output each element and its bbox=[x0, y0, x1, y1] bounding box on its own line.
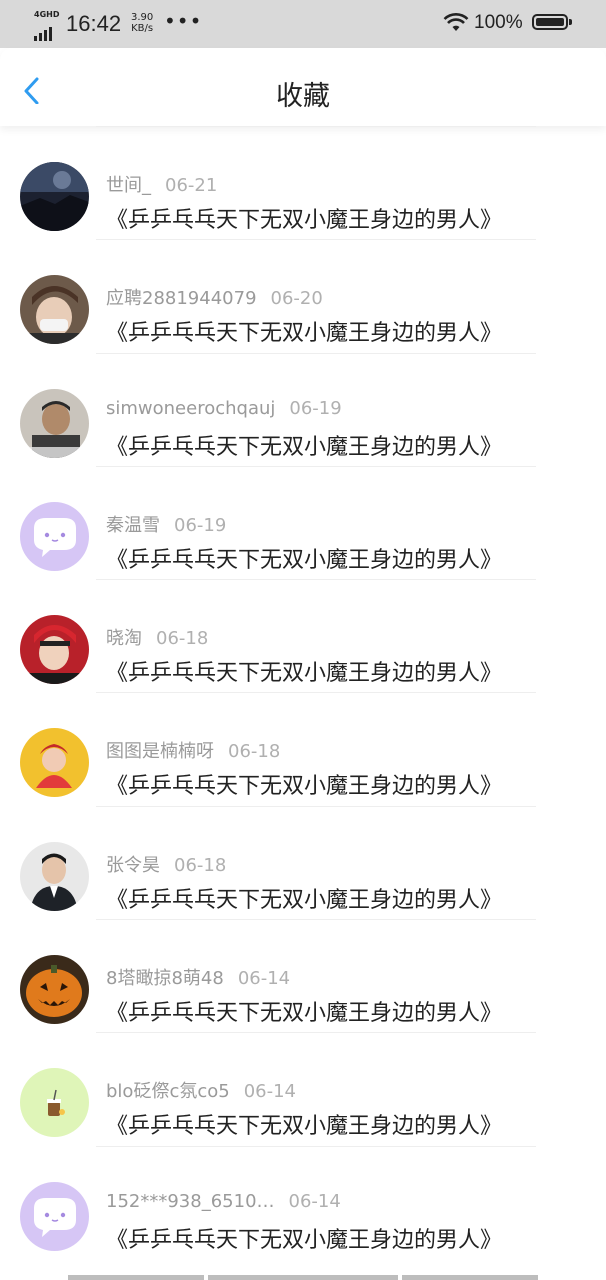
list-item[interactable]: 世间_ 06-21 《乒乒乓乓天下无双小魔王身边的男人》 bbox=[0, 126, 606, 239]
item-title[interactable]: 《乒乒乓乓天下无双小魔王身边的男人》 bbox=[106, 542, 502, 574]
date: 06-19 bbox=[289, 397, 342, 419]
avatar[interactable] bbox=[20, 275, 89, 345]
date: 06-20 bbox=[270, 288, 323, 310]
username[interactable]: 世间_ bbox=[106, 175, 151, 196]
item-meta: 秦温雪 06-19 bbox=[106, 511, 226, 537]
avatar[interactable] bbox=[20, 1181, 89, 1251]
list-item[interactable]: 图图是楠楠呀 06-18 《乒乒乓乓天下无双小魔王身边的男人》 bbox=[0, 692, 606, 805]
item-meta: simwoneerochqauj 06-19 bbox=[106, 398, 342, 419]
clock: 16:42 bbox=[66, 11, 122, 36]
item-meta: 8塔瞰掠8萌48 06-14 bbox=[106, 964, 290, 990]
divider bbox=[96, 1145, 536, 1147]
item-title[interactable]: 《乒乒乓乓天下无双小魔王身边的男人》 bbox=[106, 429, 502, 461]
list-item[interactable]: 152***938_6510… 06-14 《乒乒乓乓天下无双小魔王身边的男人》 bbox=[0, 1145, 606, 1259]
date: 06-14 bbox=[243, 1081, 297, 1103]
list-item[interactable]: simwoneerochqauj 06-19 《乒乒乓乓天下无双小魔王身边的男人》 bbox=[0, 352, 606, 466]
item-title[interactable]: 《乒乒乓乓天下无双小魔王身边的男人》 bbox=[106, 655, 502, 687]
date: 06-18 bbox=[228, 741, 281, 763]
item-title[interactable]: 《乒乒乓乓天下无双小魔王身边的男人》 bbox=[106, 995, 502, 1027]
cellular-signal-icon: 4GHD bbox=[32, 10, 60, 41]
username[interactable]: blo砭傺c氛co5 bbox=[106, 1081, 230, 1102]
date: 06-21 bbox=[165, 175, 218, 196]
divider bbox=[96, 465, 536, 467]
avatar[interactable] bbox=[20, 1068, 89, 1138]
list-item[interactable]: 应聘2881944079 06-20 《乒乒乓乓天下无双小魔王身边的男人》 bbox=[0, 239, 606, 352]
avatar[interactable] bbox=[20, 388, 89, 458]
username[interactable]: 秦温雪 bbox=[106, 515, 160, 536]
item-meta: 应聘2881944079 06-20 bbox=[106, 284, 323, 310]
divider bbox=[96, 919, 536, 921]
item-meta: 图图是楠楠呀 06-18 bbox=[106, 737, 280, 763]
username[interactable]: simwoneerochqauj bbox=[106, 398, 275, 419]
bottom-scroll-indicator bbox=[68, 1275, 538, 1280]
wifi-icon bbox=[443, 13, 469, 31]
date: 06-18 bbox=[174, 854, 227, 876]
battery-percent: 100% bbox=[474, 12, 523, 33]
item-title[interactable]: 《乒乒乓乓天下无双小魔王身边的男人》 bbox=[106, 768, 502, 800]
divider bbox=[96, 579, 536, 581]
date: 06-14 bbox=[237, 968, 291, 990]
username[interactable]: 图图是楠楠呀 bbox=[106, 741, 214, 762]
item-meta: 世间_ 06-21 bbox=[106, 171, 217, 197]
item-title[interactable]: 《乒乒乓乓天下无双小魔王身边的男人》 bbox=[106, 315, 502, 347]
avatar[interactable] bbox=[20, 955, 89, 1025]
item-meta: 张令昊 06-18 bbox=[106, 851, 226, 877]
divider bbox=[96, 126, 536, 127]
avatar[interactable] bbox=[20, 162, 89, 231]
item-title[interactable]: 《乒乒乓乓天下无双小魔王身边的男人》 bbox=[106, 1108, 502, 1140]
username[interactable]: 152***938_6510… bbox=[106, 1191, 275, 1212]
avatar[interactable] bbox=[20, 841, 89, 911]
item-meta: 晓淘 06-18 bbox=[106, 624, 208, 650]
status-bar: 4GHD 16:42 3.90 KB/s ••• 100% bbox=[0, 0, 606, 48]
favorites-list: 世间_ 06-21 《乒乒乓乓天下无双小魔王身边的男人》 应聘2881944079… bbox=[0, 126, 606, 1259]
divider bbox=[96, 352, 536, 354]
list-item[interactable]: 张令昊 06-18 《乒乒乓乓天下无双小魔王身边的男人》 bbox=[0, 805, 606, 919]
username[interactable]: 8塔瞰掠8萌48 bbox=[106, 968, 224, 989]
list-item[interactable]: 秦温雪 06-19 《乒乒乓乓天下无双小魔王身边的男人》 bbox=[0, 465, 606, 579]
divider bbox=[96, 805, 536, 807]
avatar[interactable] bbox=[20, 501, 89, 571]
item-meta: blo砭傺c氛co5 06-14 bbox=[106, 1077, 296, 1103]
item-meta: 152***938_6510… 06-14 bbox=[106, 1191, 341, 1212]
list-item[interactable]: 晓淘 06-18 《乒乒乓乓天下无双小魔王身边的男人》 bbox=[0, 579, 606, 692]
list-item[interactable]: blo砭傺c氛co5 06-14 《乒乒乓乓天下无双小魔王身边的男人》 bbox=[0, 1032, 606, 1145]
username[interactable]: 应聘2881944079 bbox=[106, 288, 257, 309]
more-notifications-icon: ••• bbox=[164, 9, 203, 33]
item-title[interactable]: 《乒乒乓乓天下无双小魔王身边的男人》 bbox=[106, 1222, 502, 1254]
network-speed: 3.90 KB/s bbox=[131, 12, 154, 34]
item-title[interactable]: 《乒乒乓乓天下无双小魔王身边的男人》 bbox=[106, 882, 502, 914]
battery-icon bbox=[532, 14, 572, 30]
avatar[interactable] bbox=[20, 615, 89, 685]
divider bbox=[96, 692, 536, 694]
username[interactable]: 张令昊 bbox=[106, 855, 160, 876]
date: 06-18 bbox=[156, 628, 209, 650]
item-title[interactable]: 《乒乒乓乓天下无双小魔王身边的男人》 bbox=[106, 202, 502, 234]
date: 06-14 bbox=[288, 1190, 341, 1212]
divider bbox=[96, 1032, 536, 1034]
nav-bar: 收藏 bbox=[0, 48, 606, 126]
divider bbox=[96, 239, 536, 241]
page-title: 收藏 bbox=[276, 81, 330, 112]
avatar[interactable] bbox=[20, 728, 89, 798]
list-item[interactable]: 8塔瞰掠8萌48 06-14 《乒乒乓乓天下无双小魔王身边的男人》 bbox=[0, 919, 606, 1032]
network-type: 4GHD bbox=[34, 10, 60, 19]
username[interactable]: 晓淘 bbox=[106, 628, 142, 649]
date: 06-19 bbox=[174, 514, 227, 536]
